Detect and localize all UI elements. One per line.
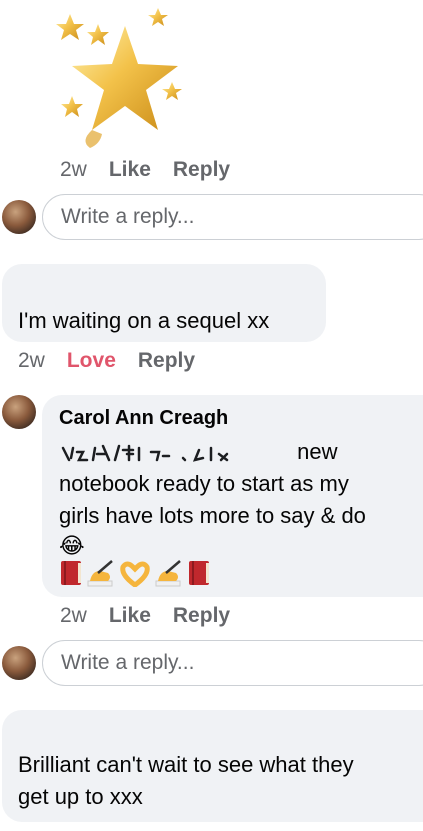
comment-time: 2w [60, 604, 87, 627]
comment-bubble: Brilliant can't wait to see what they ge… [2, 710, 423, 822]
reply-button[interactable]: Reply [173, 604, 230, 628]
comment-time: 2w [18, 349, 45, 372]
like-button[interactable]: Like [109, 158, 151, 182]
comment-text-line: get up to xxx [18, 784, 143, 809]
reply-button[interactable]: Reply [173, 158, 230, 182]
avatar[interactable] [2, 200, 36, 234]
comment-time: 2w [60, 158, 87, 181]
book-icon [189, 561, 209, 585]
reply-button[interactable]: Reply [138, 349, 195, 373]
love-reaction-button[interactable]: Love [67, 349, 116, 373]
avatar[interactable] [2, 646, 36, 680]
writing-hand-icon [87, 560, 113, 587]
book-icon [61, 561, 81, 585]
comment-author[interactable]: Carol Ann Creagh [59, 407, 228, 430]
gold-stars-sticker [56, 8, 182, 148]
reply-input-box[interactable] [42, 194, 423, 240]
comment-text-line: Brilliant can't wait to see what they [18, 752, 354, 777]
comment-text: I'm waiting on a sequel xx [18, 308, 270, 333]
comment-text-line: girls have lots more to say & do [59, 503, 366, 528]
avatar[interactable] [2, 395, 36, 429]
comment-text-word: new [297, 439, 338, 464]
writing-hand-icon [155, 560, 181, 587]
laughing-emoji: 😂 [59, 533, 85, 558]
comment-actions: 2w Like Reply [60, 604, 230, 628]
like-button[interactable]: Like [109, 604, 151, 628]
heart-hands-icon [120, 561, 150, 587]
comment-bubble: Carol Ann Creagh new notebook ready to s… [42, 395, 423, 597]
reply-input[interactable] [59, 650, 423, 676]
reply-input[interactable] [59, 204, 423, 230]
comment-text-line: new [59, 435, 337, 468]
comment-bubble: I'm waiting on a sequel xx [2, 264, 326, 342]
reply-input-box[interactable] [42, 640, 423, 686]
comment-actions: 2w Love Reply [18, 349, 195, 373]
emoji-row [59, 559, 211, 587]
comment-text-line: notebook ready to start as my [59, 471, 349, 496]
illegible-handwriting-scribble [61, 444, 229, 462]
comment-actions: 2w Like Reply [60, 158, 230, 182]
